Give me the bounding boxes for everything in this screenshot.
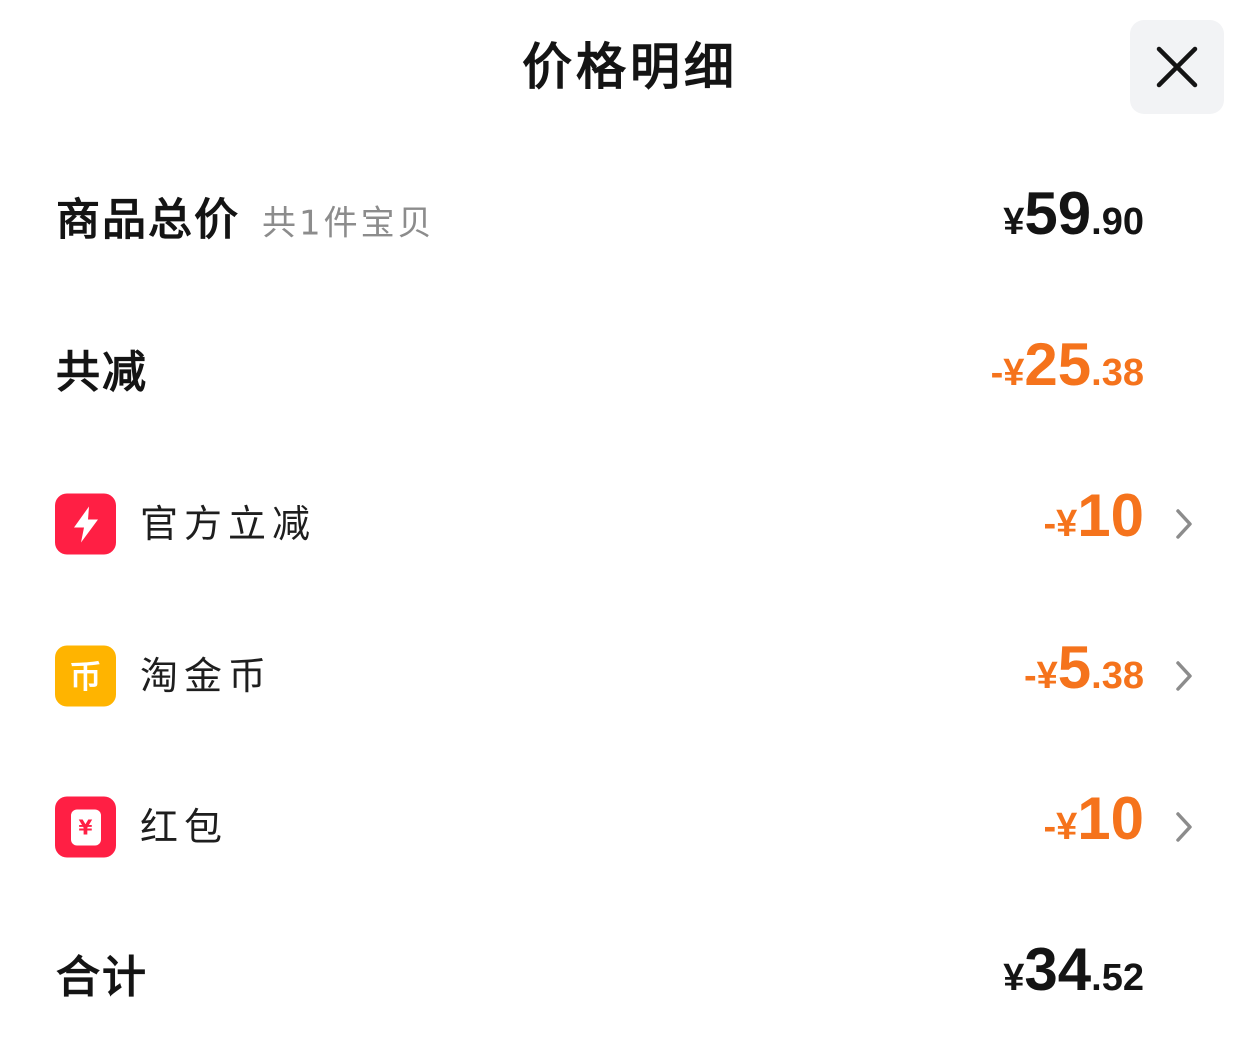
discount-price: -¥10 <box>1043 481 1144 567</box>
total-price: ¥34.52 <box>1003 935 1144 1021</box>
price-integer: 10 <box>1077 785 1144 852</box>
close-icon <box>1156 46 1198 88</box>
currency-symbol: ¥ <box>1003 201 1025 243</box>
price-decimal: .38 <box>1091 352 1144 394</box>
coin-glyph: 币 <box>69 657 102 695</box>
total-label: 合计 <box>56 952 148 1003</box>
coin-icon: 币 <box>55 645 116 707</box>
price-integer: 10 <box>1077 482 1144 549</box>
lightning-icon <box>55 493 116 555</box>
goods-total-price: ¥59.90 <box>1003 179 1144 265</box>
discount-label: 红包 <box>140 805 229 849</box>
chevron-right-icon[interactable] <box>1166 504 1202 544</box>
discount-prefix: -¥ <box>1043 503 1078 545</box>
goods-count: 共1件宝贝 <box>262 203 435 244</box>
discount-row-red-packet[interactable]: ¥ 红包 -¥10 <box>0 777 1260 877</box>
discount-row-official[interactable]: 官方立减 -¥10 <box>0 474 1260 574</box>
discount-prefix: -¥ <box>1043 806 1078 848</box>
price-decimal: .52 <box>1091 957 1144 999</box>
price-integer: 25 <box>1024 331 1092 398</box>
total-discount-label: 共减 <box>56 347 148 398</box>
chevron-right-icon[interactable] <box>1166 807 1202 847</box>
discount-prefix: -¥ <box>990 352 1025 394</box>
discount-price: -¥10 <box>1043 784 1144 870</box>
total-row: 合计 ¥34.52 <box>0 928 1260 1028</box>
currency-symbol: ¥ <box>1003 957 1025 999</box>
red-packet-glyph: ¥ <box>78 815 93 839</box>
total-discount-row: 共减 -¥25.38 <box>0 323 1260 423</box>
total-discount-price: -¥25.38 <box>991 330 1144 416</box>
goods-total-label: 商品总价 共1件宝贝 <box>56 191 435 254</box>
discount-price: -¥5.38 <box>1024 633 1144 719</box>
page-title: 价格明细 <box>522 38 738 96</box>
discount-row-coin[interactable]: 币 淘金币 -¥5.38 <box>0 626 1260 726</box>
chevron-right-icon[interactable] <box>1166 656 1202 696</box>
discount-label: 官方立减 <box>140 502 317 546</box>
price-decimal: .90 <box>1091 201 1144 243</box>
red-packet-icon: ¥ <box>55 796 116 858</box>
red-packet-body: ¥ <box>70 809 101 845</box>
discount-prefix: -¥ <box>1024 655 1058 697</box>
goods-total-title: 商品总价 <box>56 194 240 246</box>
discount-label: 淘金币 <box>140 654 273 698</box>
price-decimal: .38 <box>1091 655 1144 697</box>
close-button[interactable] <box>1130 20 1224 114</box>
price-integer: 5 <box>1057 634 1092 701</box>
price-integer: 59 <box>1024 180 1092 247</box>
goods-total-row: 商品总价 共1件宝贝 ¥59.90 <box>0 172 1260 272</box>
price-integer: 34 <box>1024 936 1092 1003</box>
